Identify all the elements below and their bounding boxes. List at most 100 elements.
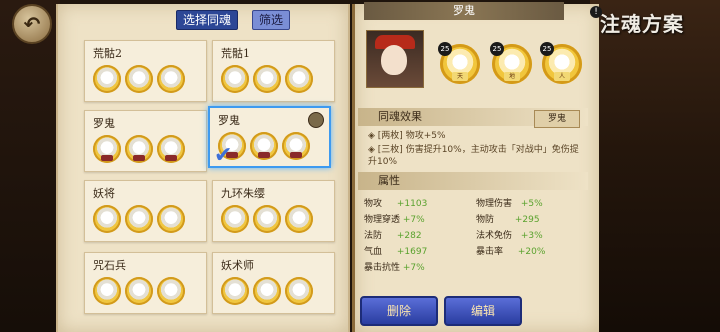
effect-prefix: [三枚] [377,145,403,155]
stat-label: 气血 [364,247,383,257]
soul-icon [282,132,310,160]
stat-value: +7% [402,215,425,225]
soul-icon [93,135,121,163]
soul-icon [253,65,281,93]
soul-icon [157,65,185,93]
level-badge: 25 [540,42,554,56]
stat-label: 法防 [364,231,383,241]
stat-label: 物攻 [364,199,383,209]
stat-row: 物攻 +1103 [364,196,427,209]
plan-card-3[interactable]: 罗鬼 [84,110,207,172]
stat-value: +295 [514,215,540,225]
slot-mark: 人 [554,72,570,81]
attributes-heading: 属性 [358,172,588,190]
soul-icon [285,205,313,233]
plan-name: 罗鬼 [218,114,240,127]
stat-label: 暴击抗性 [364,263,401,273]
slot-mark: 地 [504,72,520,81]
gem-icon [258,152,270,158]
gem-icon [101,155,113,161]
stat-row: 法防 +282 [364,228,422,241]
stat-value: +3% [520,231,543,241]
soul-icon [125,277,153,305]
soul-slot-3[interactable]: 25 人 [540,42,582,84]
gem-icon [165,155,177,161]
soul-icon [125,135,153,163]
plan-name: 九环朱缨 [221,187,265,200]
diamond-icon: ◈ [368,145,375,155]
stat-value: +7% [402,263,425,273]
effect-text: 物攻+5% [405,131,446,141]
soul-icon [221,205,249,233]
soul-icon [93,65,121,93]
soul-icon [157,205,185,233]
soul-slot-1[interactable]: 25 天 [438,42,480,84]
back-arrow-icon: ↶ [23,12,41,36]
plan-card-2[interactable]: 荒骷1 [212,40,335,102]
soul-icon [93,277,121,305]
edit-button[interactable]: 编辑 [444,296,522,326]
tab-select-set[interactable]: 选择同魂 [176,10,239,30]
level-badge: 25 [438,42,452,56]
stat-label: 暴击率 [476,247,504,257]
plan-name: 妖术师 [221,259,254,272]
plan-card-1[interactable]: 荒骷2 [84,40,207,102]
plan-name: 罗鬼 [93,117,115,130]
soul-icon [157,135,185,163]
brand-logo: 注魂方案 [600,12,684,36]
plan-card-7[interactable]: 咒石兵 [84,252,207,314]
slot-mark: 天 [452,72,468,81]
stat-value: +5% [520,199,543,209]
diamond-icon: ◈ [368,131,375,141]
soul-icon [221,65,249,93]
background-left [0,0,60,332]
soul-icon [253,205,281,233]
plan-card-8[interactable]: 妖术师 [212,252,335,314]
stat-row: 气血 +1697 [364,244,427,257]
stat-value: +1697 [396,247,428,257]
plan-card-6[interactable]: 九环朱缨 [212,180,335,242]
stat-row: 暴击率 +20% [476,244,545,257]
soul-icon [125,205,153,233]
set-tag: 罗鬼 [534,110,580,128]
plan-card-5[interactable]: 妖将 [84,180,207,242]
detail-title: 罗鬼 [364,2,564,20]
soul-slot-2[interactable]: 25 地 [490,42,532,84]
face-icon [381,45,407,75]
character-portrait [366,30,424,88]
soul-icon [250,132,278,160]
stat-value: +1103 [396,199,428,209]
check-icon: ✔ [214,143,233,168]
stat-value: +282 [396,231,422,241]
background-right [590,0,720,332]
soul-icon [157,277,185,305]
stat-row: 物理穿透 +7% [364,212,425,225]
effect-three-piece: ◈ [三枚] 伤害提升10%，主动攻击「对战中」免伤提升10% [368,144,580,168]
effect-prefix: [两枚] [377,131,403,141]
effect-two-piece: ◈ [两枚] 物攻+5% [368,130,446,142]
level-badge: 25 [490,42,504,56]
soul-icon [125,65,153,93]
stat-label: 物理穿透 [364,215,401,225]
plan-name: 妖将 [93,187,115,200]
soul-icon [285,65,313,93]
stat-label: 物防 [476,215,495,225]
soul-icon [221,277,249,305]
back-button[interactable]: ↶ [12,4,52,44]
stat-row: 暴击抗性 +7% [364,260,425,273]
delete-button[interactable]: 删除 [360,296,438,326]
stat-row: 物理伤害 +5% [476,196,543,209]
gem-icon [290,152,302,158]
plan-name: 荒骷2 [93,47,122,60]
soul-icon [253,277,281,305]
plan-name: 荒骷1 [221,47,250,60]
lock-icon[interactable] [308,112,324,128]
stat-row: 物防 +295 [476,212,540,225]
filter-button[interactable]: 筛选 [252,10,291,30]
stat-label: 法术免伤 [476,231,513,241]
plan-name: 咒石兵 [93,259,126,272]
soul-icon [285,277,313,305]
plan-card-selected[interactable]: 罗鬼 ✔ [208,106,331,168]
soul-icon [93,205,121,233]
stat-row: 法术免伤 +3% [476,228,543,241]
